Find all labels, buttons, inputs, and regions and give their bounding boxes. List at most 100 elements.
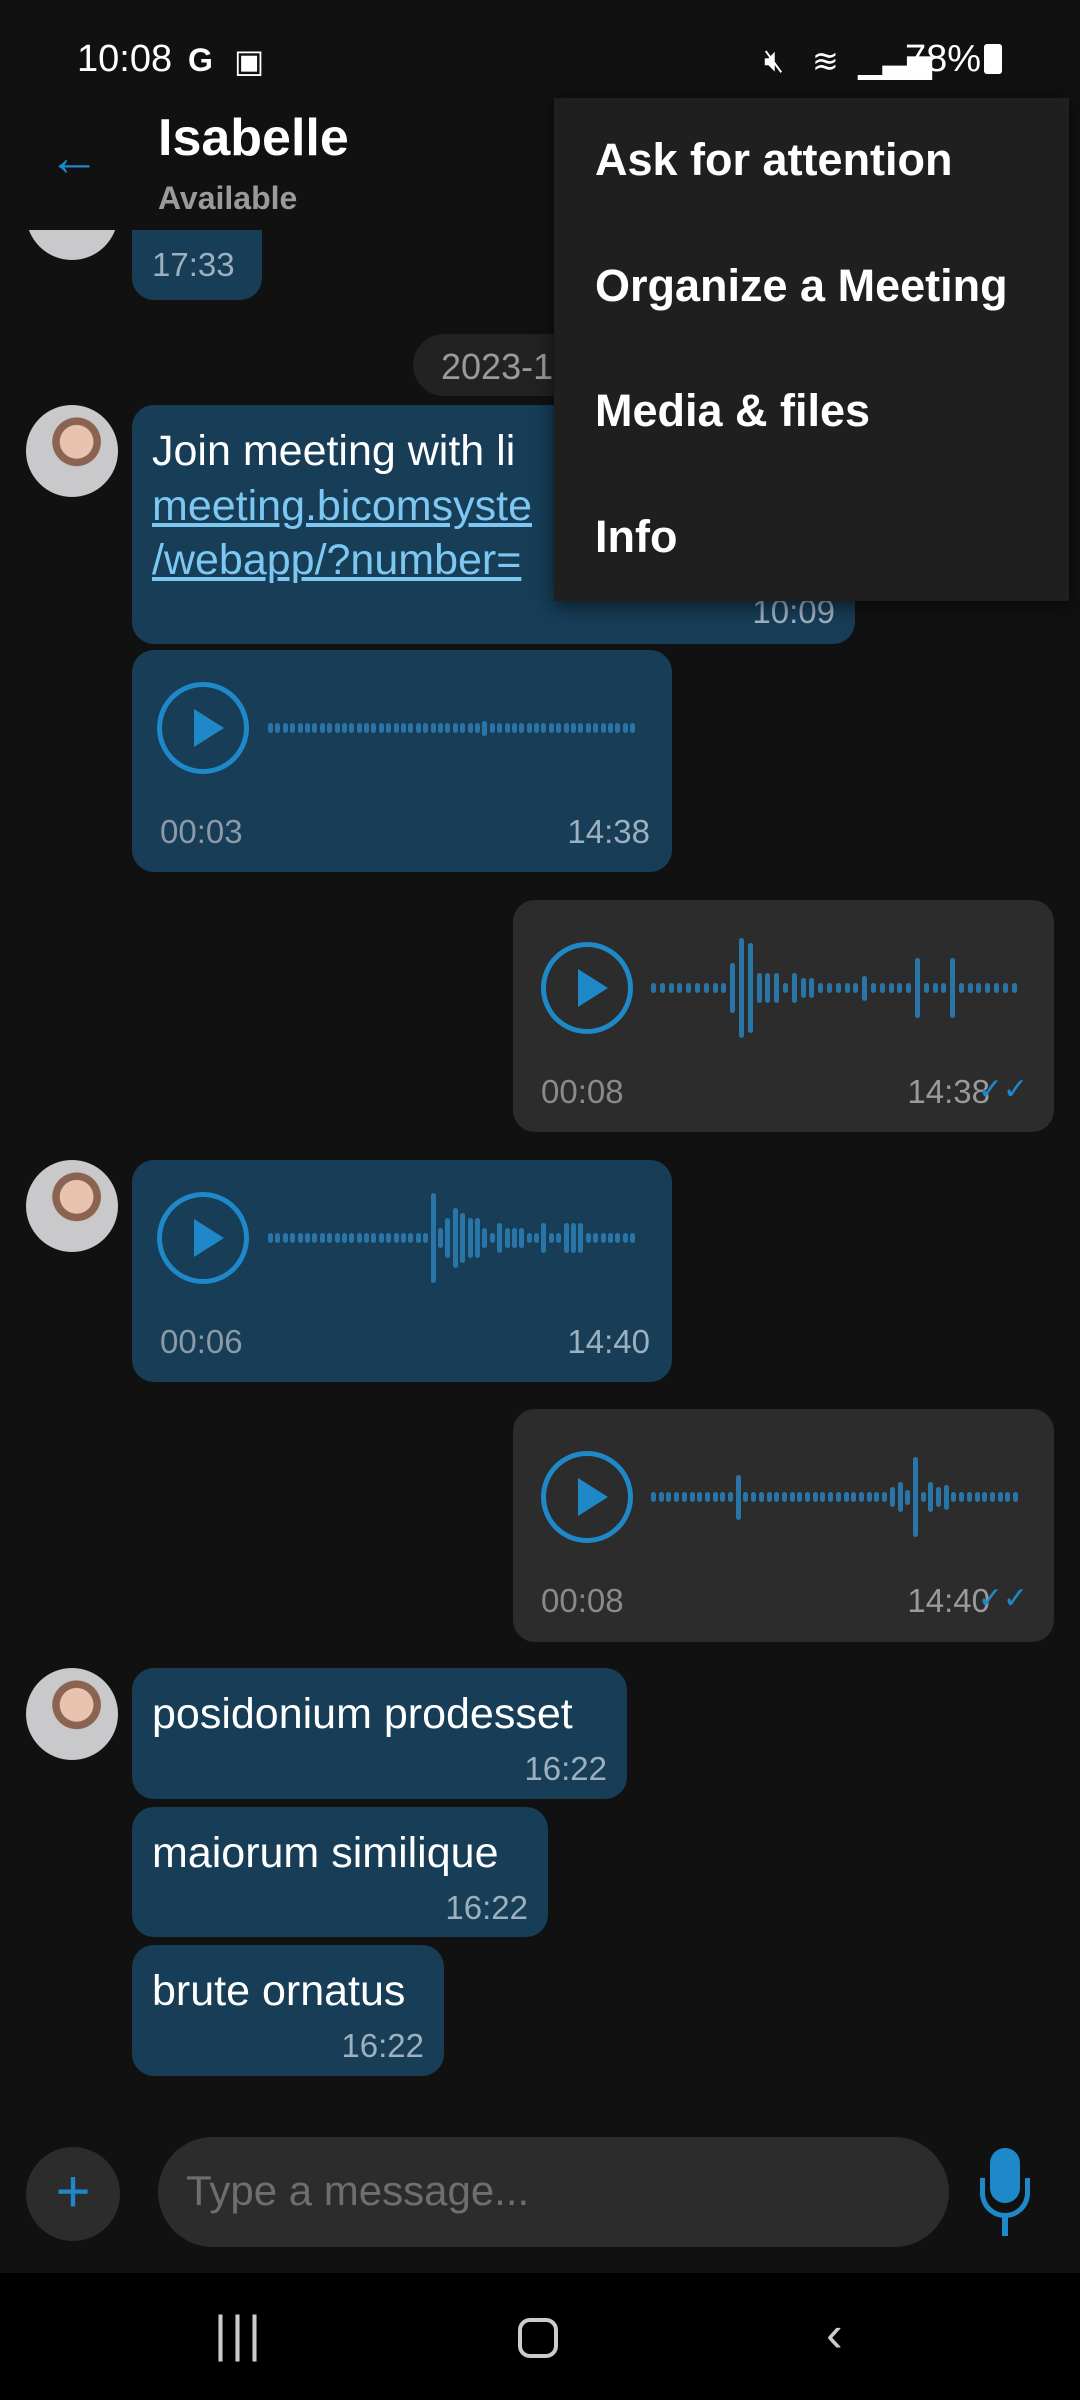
waveform-bar (571, 1223, 577, 1253)
waveform-bar (870, 983, 876, 993)
meeting-link[interactable]: /webapp/?number= (152, 536, 521, 585)
waveform-bar (835, 983, 841, 993)
waveform-bar (905, 1489, 911, 1505)
waveform-bar (658, 1492, 664, 1502)
waveform-bar (966, 1492, 972, 1502)
waveform-bar (334, 1233, 340, 1243)
voice-duration: 00:08 (541, 1073, 624, 1110)
waveform-bar (967, 983, 973, 993)
waveform-bar (677, 983, 683, 993)
waveform-bar (297, 723, 303, 733)
waveform-bar (766, 1492, 772, 1502)
waveform-bar (327, 1233, 333, 1243)
microphone-icon[interactable] (980, 2148, 1030, 2238)
waveform[interactable] (268, 673, 636, 783)
waveform-bar (1005, 1492, 1011, 1502)
contact-name[interactable]: Isabelle (158, 108, 349, 168)
waveform-bar (756, 973, 762, 1003)
waveform-bar (548, 723, 554, 733)
avatar[interactable] (26, 1160, 118, 1252)
waveform-bar (866, 1492, 872, 1502)
voice-message[interactable]: 00:06 14:40 (132, 1160, 672, 1382)
waveform-bar (805, 1492, 811, 1502)
waveform-bar (585, 723, 591, 733)
avatar[interactable] (26, 1668, 118, 1760)
waveform-bar (851, 1492, 857, 1502)
waveform-bar (897, 983, 903, 993)
waveform-bar (312, 723, 318, 733)
waveform-bar (282, 1233, 288, 1243)
waveform-bar (994, 983, 1000, 993)
contact-status: Available (158, 180, 298, 216)
waveform-bar (401, 1233, 407, 1243)
waveform-bar (371, 723, 377, 733)
waveform-bar (828, 1492, 834, 1502)
play-button[interactable] (157, 682, 249, 774)
waveform-bar (936, 1487, 942, 1507)
waveform-bar (791, 973, 797, 1003)
waveform-bar (735, 1474, 741, 1520)
message-input[interactable]: Type a message... (158, 2137, 949, 2247)
waveform-bar (697, 1492, 703, 1502)
waveform-bar (607, 1233, 613, 1243)
back-button[interactable]: ← (48, 128, 100, 188)
waveform-bar (393, 1233, 399, 1243)
waveform-bar (341, 1233, 347, 1243)
meeting-link[interactable]: meeting.bicomsyste (152, 482, 532, 531)
waveform-bar (686, 983, 692, 993)
message-bubble[interactable]: brute ornatus 16:22 (132, 1945, 444, 2076)
waveform-bar (1013, 1492, 1019, 1502)
waveform-bar (651, 1492, 656, 1502)
message-bubble[interactable]: posidonium prodesset 16:22 (132, 1668, 627, 1799)
avatar[interactable] (26, 405, 118, 497)
play-button[interactable] (541, 942, 633, 1034)
waveform-bar (774, 1492, 780, 1502)
waveform-bar (974, 1492, 980, 1502)
waveform-bar (378, 723, 384, 733)
waveform-bar (820, 1492, 826, 1502)
waveform-bar (511, 1228, 517, 1248)
waveform-bar (858, 1492, 864, 1502)
waveform[interactable] (651, 1442, 1019, 1552)
waveform-bar (853, 983, 859, 993)
waveform-bar (563, 723, 569, 733)
waveform-bar (556, 1233, 562, 1243)
message-bubble[interactable]: maiorum similique 16:22 (132, 1807, 548, 1937)
waveform-bar (976, 983, 982, 993)
waveform-bar (445, 1218, 451, 1258)
voice-message[interactable]: 00:08 14:38 ✓✓ (513, 900, 1054, 1132)
back-nav-button[interactable]: ‹ (826, 2305, 843, 2363)
waveform-bar (268, 723, 273, 733)
voice-message[interactable]: 00:08 14:40 ✓✓ (513, 1409, 1054, 1642)
voice-message[interactable]: 00:03 14:38 (132, 650, 672, 872)
waveform-bar (578, 1223, 584, 1253)
waveform-bar (950, 958, 956, 1018)
recent-apps-button[interactable]: ||| (214, 2305, 265, 2363)
voice-duration: 00:06 (160, 1323, 243, 1360)
waveform[interactable] (651, 933, 1017, 1043)
waveform-bar (408, 723, 414, 733)
waveform-bar (738, 938, 744, 1038)
waveform-bar (497, 1223, 503, 1253)
waveform-bar (282, 723, 288, 733)
attach-button[interactable]: + (26, 2147, 120, 2241)
gallery-icon: ▣ (234, 43, 265, 79)
menu-item-ask-for-attention[interactable]: Ask for attention (595, 134, 953, 186)
battery-level: 78% (905, 38, 982, 80)
waveform-bar (482, 720, 488, 736)
waveform-bar (571, 723, 577, 733)
play-button[interactable] (157, 1192, 249, 1284)
waveform-bar (751, 1492, 757, 1502)
menu-item-media-files[interactable]: Media & files (595, 385, 870, 437)
waveform[interactable] (268, 1183, 636, 1293)
waveform-bar (912, 1457, 918, 1537)
play-button[interactable] (541, 1451, 633, 1543)
waveform-bar (882, 1492, 888, 1502)
menu-item-organize-meeting[interactable]: Organize a Meeting (595, 260, 1008, 312)
menu-item-info[interactable]: Info (595, 511, 677, 563)
waveform-bar (932, 983, 938, 993)
home-button[interactable] (518, 2318, 558, 2358)
waveform-bar (437, 1228, 443, 1248)
message-bubble[interactable]: 17:33 (132, 230, 262, 300)
waveform-bar (694, 983, 700, 993)
